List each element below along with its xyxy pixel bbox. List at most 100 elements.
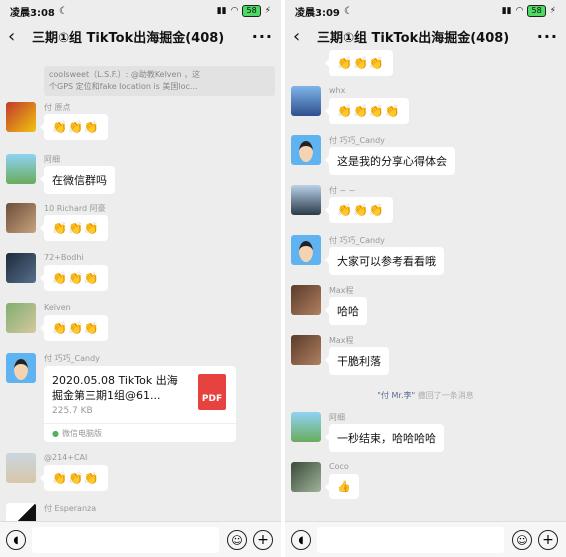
sender-name: 付 巧巧_Candy — [329, 136, 385, 145]
clap-emoji: 👏👏👏 — [52, 321, 100, 335]
avatar[interactable] — [6, 453, 36, 483]
clap-emoji: 👏👏👏 — [52, 471, 100, 485]
quote-line: 个GPS 定位和fake location is 美国loc... — [49, 82, 198, 91]
signal-icon: ▮▮ — [216, 6, 227, 16]
message-input[interactable] — [32, 527, 219, 553]
more-dots-icon[interactable]: ··· — [537, 27, 558, 46]
avatar[interactable] — [6, 102, 36, 132]
sender-name: Coco — [329, 462, 349, 471]
avatar[interactable] — [6, 253, 36, 283]
chat-title: 三期①组 TikTok出海掘金(408) — [32, 30, 225, 46]
wifi-icon: ◠ — [515, 6, 524, 16]
charging-icon: ⚡ — [264, 6, 271, 16]
file-name: 2020.05.08 TikTok 出海掘金第三期1组@61... — [52, 374, 178, 402]
back-arrow-icon[interactable]: ‹ — [8, 26, 26, 47]
voice-icon[interactable]: ◖ — [6, 530, 26, 550]
avatar[interactable] — [6, 503, 36, 521]
sender-name: 付 巧巧_Candy — [329, 236, 385, 245]
emoji-icon[interactable]: ☺ — [227, 530, 247, 550]
chat-title: 三期①组 TikTok出海掘金(408) — [317, 30, 510, 46]
recall-notice: "付 Mr.李" 撤回了一条消息 — [285, 390, 566, 401]
recall-name[interactable]: "付 Mr.李" — [377, 391, 415, 400]
avatar[interactable] — [291, 285, 321, 315]
sender-name: 阿细 — [44, 155, 60, 164]
thumbs-up-emoji: 👍 — [337, 480, 351, 493]
avatar[interactable] — [6, 203, 36, 233]
back-arrow-icon[interactable]: ‹ — [293, 26, 311, 47]
avatar[interactable] — [291, 185, 321, 215]
message-bubble[interactable]: 👏👏👏 — [325, 50, 393, 76]
message-bubble[interactable]: 哈哈 — [325, 297, 367, 325]
input-bar: ◖ ☺ + — [0, 521, 281, 557]
message-bubble[interactable]: 干脆利落 — [325, 347, 389, 375]
clap-emoji: 👏👏👏 — [52, 120, 100, 134]
clap-emoji: 👏👏👏 — [52, 271, 100, 285]
avatar[interactable] — [6, 154, 36, 184]
plus-icon[interactable]: + — [253, 530, 273, 550]
voice-icon[interactable]: ◖ — [291, 530, 311, 550]
avatar[interactable] — [291, 235, 321, 265]
sender-name: 付 Esperanza — [44, 504, 97, 513]
sender-name: 付 ~ ~ — [329, 186, 356, 195]
chat-screen-right: 凌晨3:09 ☾ ▮▮ ◠ 58 ⚡ ‹ 三期①组 TikTok出海掘金(408… — [285, 0, 566, 557]
clap-emoji: 👏👏👏👏 — [337, 104, 401, 118]
message-bubble[interactable]: 👍 — [325, 474, 359, 499]
sender-name: Kelven — [44, 303, 71, 312]
status-bar: 凌晨3:08 ☾ ▮▮ ◠ 58 ⚡ — [0, 0, 281, 22]
file-size: 225.7 KB — [52, 406, 93, 416]
sender-name: @214+CAI — [44, 453, 88, 462]
title-bar: ‹ 三期①组 TikTok出海掘金(408) ··· — [0, 22, 281, 50]
title-bar: ‹ 三期①组 TikTok出海掘金(408) ··· — [285, 22, 566, 50]
moon-icon: ☾ — [58, 5, 68, 17]
message-bubble[interactable]: 👏👏👏 — [40, 114, 108, 140]
message-bubble[interactable]: 一秒结束，哈哈哈哈 — [325, 424, 444, 452]
file-source: ● 微信电脑版 — [52, 428, 102, 439]
plus-icon[interactable]: + — [538, 530, 558, 550]
message-bubble[interactable]: 👏👏👏 — [40, 315, 108, 341]
message-input[interactable] — [317, 527, 504, 553]
quoted-message[interactable]: coolsweet（L.S.F.）: @助教Kelven ，这 个GPS 定位和… — [44, 66, 275, 96]
battery-icon: 58 — [527, 5, 546, 17]
status-bar: 凌晨3:09 ☾ ▮▮ ◠ 58 ⚡ — [285, 0, 566, 22]
avatar[interactable] — [291, 462, 321, 492]
pdf-icon: PDF — [198, 374, 226, 410]
message-bubble[interactable]: 在微信群吗 — [40, 166, 115, 194]
status-time: 凌晨3:09 — [295, 7, 340, 19]
recall-text: 撤回了一条消息 — [415, 391, 474, 400]
divider — [44, 423, 236, 424]
message-bubble[interactable]: 👏👏👏 — [40, 215, 108, 241]
sender-name: 72+Bodhi — [44, 253, 84, 262]
wifi-icon: ◠ — [230, 6, 239, 16]
sender-name: Max程 — [329, 336, 354, 345]
avatar[interactable] — [6, 303, 36, 333]
sender-name: whx — [329, 86, 346, 95]
more-dots-icon[interactable]: ··· — [252, 27, 273, 46]
emoji-icon[interactable]: ☺ — [512, 530, 532, 550]
message-bubble[interactable]: 👏👏👏 — [40, 265, 108, 291]
message-list[interactable]: coolsweet（L.S.F.）: @助教Kelven ，这 个GPS 定位和… — [0, 50, 281, 521]
avatar[interactable] — [291, 335, 321, 365]
avatar[interactable] — [291, 412, 321, 442]
message-list[interactable]: 👏👏👏 whx 👏👏👏👏 付 巧巧_Candy 这是我的分享心得体会 付 ~ ~… — [285, 50, 566, 521]
clap-emoji: 👏👏👏 — [52, 221, 100, 235]
moon-icon: ☾ — [343, 5, 353, 17]
sender-name: 付 巧巧_Candy — [44, 354, 100, 363]
avatar[interactable] — [291, 135, 321, 165]
avatar[interactable] — [6, 353, 36, 383]
input-bar: ◖ ☺ + — [285, 521, 566, 557]
signal-icon: ▮▮ — [501, 6, 512, 16]
file-source-label: 微信电脑版 — [61, 429, 102, 438]
message-bubble[interactable]: 大家可以参考看看哦 — [325, 247, 444, 275]
clap-emoji: 👏👏👏 — [337, 56, 385, 70]
avatar[interactable] — [291, 86, 321, 116]
status-time: 凌晨3:08 — [10, 7, 55, 19]
message-bubble[interactable]: 👏👏👏 — [40, 465, 108, 491]
sender-name: 付 原点 — [44, 103, 71, 112]
sender-name: 阿细 — [329, 413, 345, 422]
file-card[interactable]: 2020.05.08 TikTok 出海掘金第三期1组@61... 225.7 … — [44, 366, 236, 442]
sender-name: Max程 — [329, 286, 354, 295]
message-bubble[interactable]: 👏👏👏 — [325, 197, 393, 223]
battery-icon: 58 — [242, 5, 261, 17]
message-bubble[interactable]: 👏👏👏👏 — [325, 98, 409, 124]
message-bubble[interactable]: 这是我的分享心得体会 — [325, 147, 455, 175]
